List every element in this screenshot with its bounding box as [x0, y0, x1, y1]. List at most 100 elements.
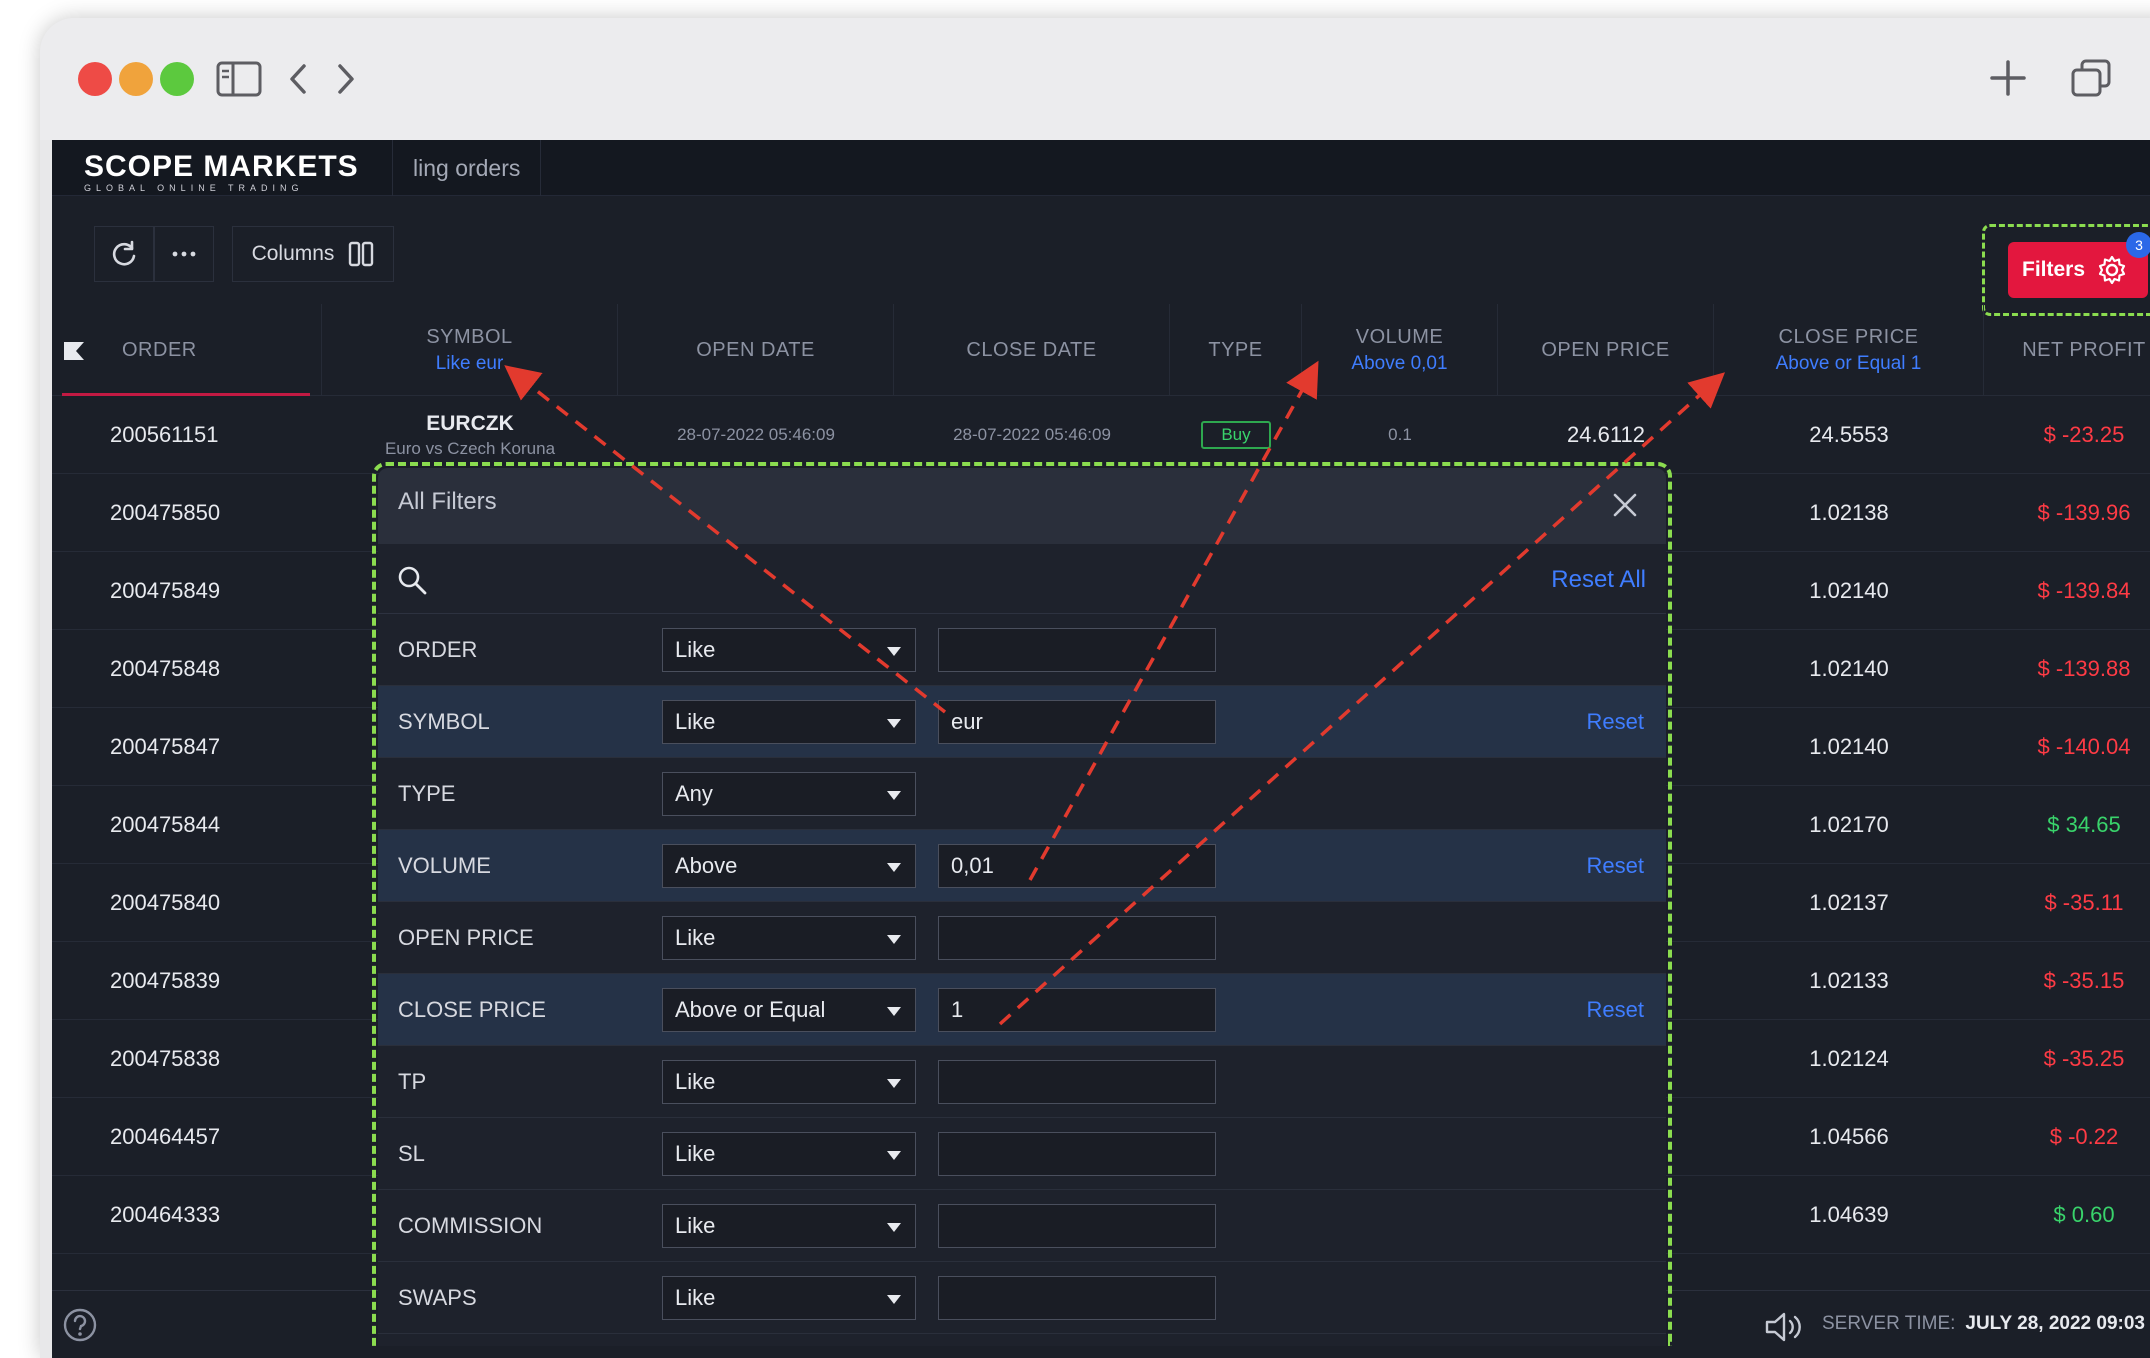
- close-price: 1.02138: [1809, 500, 1889, 525]
- tabs-overview-icon[interactable]: [2070, 58, 2112, 98]
- symbol-name: EURCZK: [426, 411, 514, 435]
- filter-operator-select[interactable]: Like: [662, 1132, 916, 1176]
- order-id: 200475844: [110, 812, 221, 837]
- filter-value-input[interactable]: [938, 1276, 1216, 1320]
- speaker-icon[interactable]: [1764, 1311, 1808, 1343]
- filter-value-input[interactable]: [938, 628, 1216, 672]
- order-id: 200475838: [110, 1046, 221, 1071]
- filter-row-swaps: SWAPS Like: [378, 1262, 1666, 1334]
- order-id: 200475840: [110, 890, 221, 915]
- help-icon[interactable]: [62, 1307, 98, 1343]
- columns-button[interactable]: Columns: [232, 226, 394, 282]
- filter-reset-button[interactable]: Reset: [1587, 830, 1644, 902]
- tab-pending-orders[interactable]: ling orders: [392, 140, 542, 196]
- header-close-date[interactable]: CLOSE DATE: [894, 304, 1170, 396]
- header-close-price[interactable]: CLOSE PRICE Above or Equal 1: [1714, 304, 1984, 396]
- order-id: 200561151: [110, 422, 219, 447]
- more-button[interactable]: [154, 226, 214, 282]
- filter-label: OPEN PRICE: [398, 925, 534, 950]
- maximize-window-button[interactable]: [160, 62, 194, 96]
- filter-value-input[interactable]: eur: [938, 700, 1216, 744]
- filter-operator-select[interactable]: Like: [662, 916, 916, 960]
- filter-label: SYMBOL: [398, 709, 490, 734]
- filter-row-commission: COMMISSION Like: [378, 1190, 1666, 1262]
- filter-row-volume: VOLUME Above 0,01 Reset: [378, 830, 1666, 902]
- filter-label: TYPE: [398, 781, 456, 806]
- header-close-date-label: CLOSE DATE: [966, 338, 1097, 361]
- filter-operator-value: Above or Equal: [675, 997, 826, 1022]
- filter-operator-select[interactable]: Like: [662, 700, 916, 744]
- chevron-down-icon: [887, 935, 901, 944]
- filter-value-input[interactable]: 1: [938, 988, 1216, 1032]
- header-type[interactable]: TYPE: [1170, 304, 1302, 396]
- filter-reset-button[interactable]: Reset: [1587, 686, 1644, 758]
- reset-all-button[interactable]: Reset All: [1551, 566, 1646, 594]
- filters-label: Filters: [2022, 258, 2086, 281]
- filter-label: TP: [398, 1069, 427, 1094]
- symbol-description: Euro vs Czech Koruna: [384, 438, 556, 458]
- back-icon[interactable]: [286, 60, 310, 98]
- order-id: 200464457: [110, 1124, 221, 1149]
- close-window-button[interactable]: [78, 62, 112, 96]
- filter-row-tp: TP Like: [378, 1046, 1666, 1118]
- filter-operator-select[interactable]: Above: [662, 844, 916, 888]
- chevron-down-icon: [887, 1295, 901, 1304]
- sidebar-toggle-icon[interactable]: [216, 60, 262, 98]
- chevron-down-icon: [887, 1151, 901, 1160]
- all-filters-panel: All Filters Reset All ORDER Like SYMBOL Lik…: [378, 468, 1666, 1346]
- filter-value-input[interactable]: 0,01: [938, 844, 1216, 888]
- filter-value-input[interactable]: [938, 1204, 1216, 1248]
- order-id: 200475839: [110, 968, 221, 993]
- filter-operator-value: Like: [675, 1141, 716, 1166]
- filter-label: SWAPS: [398, 1285, 477, 1310]
- header-volume[interactable]: VOLUME Above 0,01: [1302, 304, 1498, 396]
- close-price: 1.02133: [1809, 968, 1889, 993]
- filter-operator-select[interactable]: Like: [662, 1060, 916, 1104]
- filter-reset-button[interactable]: Reset: [1587, 974, 1644, 1046]
- filter-operator-value: Like: [675, 637, 716, 662]
- forward-icon[interactable]: [334, 60, 358, 98]
- net-profit: $ -140.04: [2037, 734, 2131, 759]
- filter-value-input[interactable]: [938, 1060, 1216, 1104]
- refresh-button[interactable]: [94, 226, 154, 282]
- net-profit: $ -139.84: [2037, 578, 2131, 603]
- table-toolbar: Columns Filters 3: [52, 196, 2150, 316]
- filter-operator-select[interactable]: Any: [662, 772, 916, 816]
- header-net-profit[interactable]: NET PROFIT: [1984, 304, 2150, 396]
- header-symbol[interactable]: SYMBOL Like eur: [322, 304, 618, 396]
- close-price: 1.02140: [1809, 578, 1889, 603]
- browser-toolbar: [40, 18, 2150, 140]
- filter-operator-select[interactable]: Like: [662, 1204, 916, 1248]
- filter-operator-select[interactable]: Above or Equal: [662, 988, 916, 1032]
- close-price: 1.02137: [1809, 890, 1889, 915]
- filter-operator-select[interactable]: Like: [662, 628, 916, 672]
- filter-operator-value: Like: [675, 1069, 716, 1094]
- filter-label: CLOSE PRICE: [398, 997, 546, 1022]
- close-price: 1.02170: [1809, 812, 1889, 837]
- logo-subtitle: GLOBAL ONLINE TRADING: [84, 183, 304, 193]
- header-symbol-filter: Like eur: [435, 352, 504, 374]
- sort-flag-icon[interactable]: [62, 340, 86, 362]
- filter-operator-value: Like: [675, 709, 716, 734]
- net-profit: $ -23.25: [2043, 422, 2125, 447]
- header-net-profit-label: NET PROFIT: [2022, 338, 2146, 361]
- filter-row-sl: SL Like: [378, 1118, 1666, 1190]
- gear-icon: [2098, 255, 2126, 285]
- filter-label: VOLUME: [398, 853, 491, 878]
- header-open-price[interactable]: OPEN PRICE: [1498, 304, 1714, 396]
- filters-count-badge: 3: [2126, 232, 2150, 258]
- net-profit: $ -0.22: [2049, 1124, 2119, 1149]
- new-tab-icon[interactable]: [1988, 58, 2028, 98]
- filter-search-bar[interactable]: Reset All: [378, 544, 1666, 614]
- filter-value-input[interactable]: [938, 1132, 1216, 1176]
- filter-operator-select[interactable]: Like: [662, 1276, 916, 1320]
- net-profit: $ -139.88: [2037, 656, 2131, 681]
- header-order[interactable]: ORDER: [92, 304, 322, 396]
- chevron-down-icon: [887, 647, 901, 656]
- close-icon[interactable]: [1610, 490, 1640, 520]
- filter-value-input[interactable]: [938, 916, 1216, 960]
- minimize-window-button[interactable]: [119, 62, 153, 96]
- header-open-date[interactable]: OPEN DATE: [618, 304, 894, 396]
- table-header: ORDER SYMBOL Like eur OPEN DATE CLOSE DAT…: [52, 304, 2150, 396]
- close-price: 1.02140: [1809, 734, 1889, 759]
